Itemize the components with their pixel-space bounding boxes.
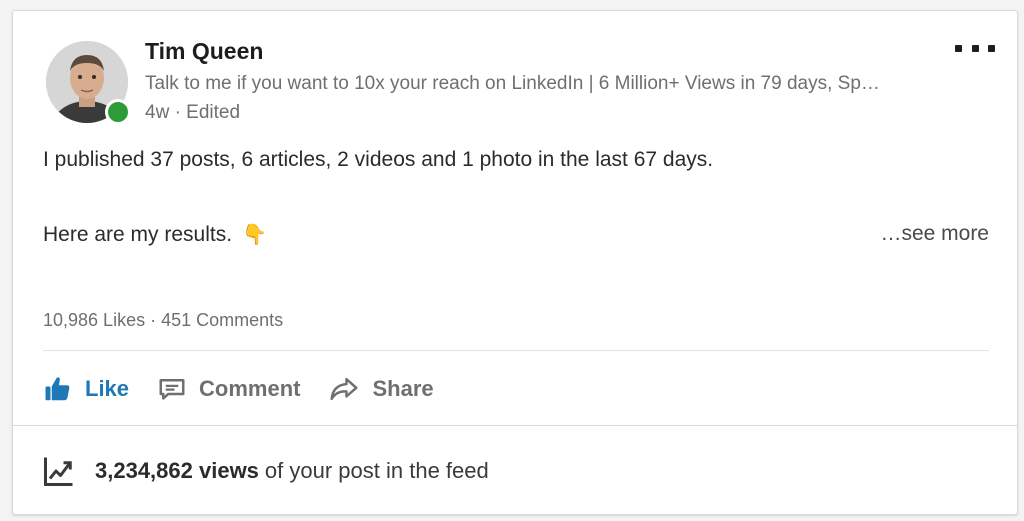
comments-count[interactable]: 451 Comments xyxy=(161,310,283,330)
share-arrow-icon xyxy=(330,377,359,401)
comment-icon xyxy=(159,379,185,400)
author-name[interactable]: Tim Queen xyxy=(145,38,263,65)
like-button[interactable]: Like xyxy=(43,374,129,404)
like-label: Like xyxy=(85,376,130,401)
share-label: Share xyxy=(372,376,434,401)
thumbs-up-icon xyxy=(45,377,70,401)
post-timestamp: 4w · Edited xyxy=(145,102,241,123)
views-suffix: of your post in the feed xyxy=(264,458,489,483)
more-options-icon[interactable] xyxy=(955,37,995,59)
views-count: 3,234,862 views xyxy=(95,458,259,483)
feed-post-card: Tim Queen Talk to me if you want to 10x … xyxy=(12,10,1018,515)
post-views-analytics[interactable]: 3,234,862 views of your post in the feed xyxy=(41,453,489,489)
share-button[interactable]: Share xyxy=(328,374,434,404)
divider xyxy=(43,350,989,351)
post-text-line-1: I published 37 posts, 6 articles, 2 vide… xyxy=(43,148,714,171)
counts-separator: · xyxy=(150,310,157,330)
comment-button[interactable]: Comment xyxy=(157,374,300,404)
divider xyxy=(13,425,1017,426)
post-text-results: Here are my results. xyxy=(43,222,233,246)
social-counts: 10,986 Likes · 451 Comments xyxy=(43,310,283,331)
see-more-link[interactable]: …see more xyxy=(880,222,989,246)
author-headline: Talk to me if you want to 10x your reach… xyxy=(145,73,880,94)
online-status-indicator xyxy=(105,99,131,125)
likes-count[interactable]: 10,986 Likes xyxy=(43,310,145,330)
post-text-line-2: Here are my results. 👇 xyxy=(43,222,267,247)
pointing-down-emoji-icon: 👇 xyxy=(242,224,267,246)
comment-label: Comment xyxy=(199,376,301,401)
post-actions: Like Comment Share xyxy=(43,371,462,407)
trending-chart-icon xyxy=(44,457,73,486)
